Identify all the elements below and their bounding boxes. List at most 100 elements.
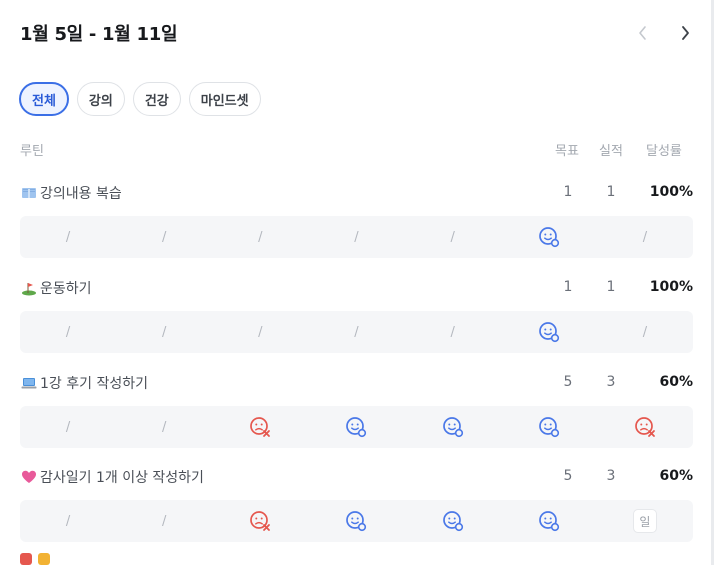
routine-actual: 1 xyxy=(606,279,616,295)
day-empty-mark: / xyxy=(162,324,167,340)
routine-actual: 3 xyxy=(606,468,616,484)
category-tabs: 전체 강의 건강 마인드셋 xyxy=(19,82,261,116)
routine-goal: 5 xyxy=(563,468,573,484)
day-empty-mark: / xyxy=(354,229,359,245)
fail-face-icon xyxy=(250,511,271,531)
day-cell[interactable]: / xyxy=(20,500,116,542)
success-face-icon xyxy=(346,511,367,532)
day-cell[interactable] xyxy=(597,406,693,448)
day-cell[interactable] xyxy=(501,500,597,542)
routine-goal: 1 xyxy=(563,279,573,295)
column-rate: 달성률 xyxy=(646,144,682,159)
heart-icon xyxy=(20,468,38,486)
fail-face-icon xyxy=(250,417,271,437)
column-goal: 목표 xyxy=(555,144,579,159)
success-face-icon xyxy=(442,417,463,438)
day-empty-mark: / xyxy=(450,324,455,340)
day-empty-mark: / xyxy=(162,419,167,435)
laptop-icon xyxy=(20,374,38,392)
routine-rate: 100% xyxy=(649,184,693,200)
day-cells: / / xyxy=(20,406,693,448)
day-empty-mark: / xyxy=(65,324,71,340)
next-routine-peek xyxy=(20,553,50,565)
routine-goal: 1 xyxy=(563,184,573,200)
routine-header: 운동하기 1 1 100% xyxy=(20,274,693,302)
day-cell[interactable]: / xyxy=(116,406,212,448)
success-face-icon xyxy=(538,511,559,532)
fail-face-icon xyxy=(635,417,655,437)
day-cells: / / 일 xyxy=(20,500,693,542)
week-nav xyxy=(633,21,695,45)
day-empty-mark: / xyxy=(258,324,263,340)
routine-goal: 5 xyxy=(563,374,573,390)
routine-rate: 60% xyxy=(659,468,693,484)
day-cell[interactable]: / xyxy=(20,406,116,448)
day-cell[interactable]: / xyxy=(212,311,308,353)
routine-name-wrap: 강의내용 복습 xyxy=(20,183,122,203)
day-cell[interactable] xyxy=(501,216,597,258)
day-empty-mark: / xyxy=(65,419,71,435)
routine-item[interactable]: 강의내용 복습 1 1 100% / / / / / / xyxy=(20,179,693,258)
week-title: 1월 5일 - 1월 11일 xyxy=(20,24,178,45)
day-cell[interactable]: / xyxy=(597,216,693,258)
day-cells: / / / / / / xyxy=(20,216,693,258)
success-face-icon xyxy=(538,227,559,248)
day-cell[interactable]: / xyxy=(116,216,212,258)
routine-name-wrap: 운동하기 xyxy=(20,278,92,298)
day-cell[interactable]: / xyxy=(405,311,501,353)
routine-item[interactable]: 감사일기 1개 이상 작성하기 5 3 60% / / 일 xyxy=(20,463,693,542)
day-cell[interactable]: / xyxy=(212,216,308,258)
day-empty-mark: / xyxy=(354,324,359,340)
routine-actual: 1 xyxy=(606,184,616,200)
day-empty-mark: / xyxy=(642,229,648,245)
day-cell[interactable]: 일 xyxy=(597,500,693,542)
day-cell[interactable]: / xyxy=(308,216,404,258)
day-cell[interactable]: / xyxy=(116,500,212,542)
routine-rate: 60% xyxy=(659,374,693,390)
success-face-icon xyxy=(538,417,559,438)
day-cell[interactable] xyxy=(405,406,501,448)
success-face-icon xyxy=(346,417,367,438)
next-week-button[interactable] xyxy=(675,21,695,45)
day-cell[interactable] xyxy=(405,500,501,542)
day-cell[interactable]: / xyxy=(20,311,116,353)
tab-mindset[interactable]: 마인드셋 xyxy=(188,82,261,116)
chevron-left-icon xyxy=(639,26,646,40)
routine-name: 1강 후기 작성하기 xyxy=(40,376,148,392)
prev-week-button[interactable] xyxy=(633,21,653,45)
day-cell[interactable]: / xyxy=(308,311,404,353)
day-cell[interactable] xyxy=(501,406,597,448)
success-face-icon xyxy=(442,511,463,532)
day-cell[interactable]: / xyxy=(405,216,501,258)
routine-name: 강의내용 복습 xyxy=(40,186,122,202)
day-cell[interactable] xyxy=(308,406,404,448)
tab-lecture[interactable]: 강의 xyxy=(76,82,125,116)
tab-all[interactable]: 전체 xyxy=(19,82,69,116)
tab-health[interactable]: 건강 xyxy=(132,82,181,116)
column-routine: 루틴 xyxy=(20,144,44,159)
day-cell[interactable] xyxy=(501,311,597,353)
chevron-right-icon xyxy=(682,26,689,40)
week-header: 1월 5일 - 1월 11일 xyxy=(20,18,695,48)
routine-item[interactable]: 1강 후기 작성하기 5 3 60% / / xyxy=(20,369,693,448)
routine-header: 강의내용 복습 1 1 100% xyxy=(20,179,693,207)
routine-header: 감사일기 1개 이상 작성하기 5 3 60% xyxy=(20,463,693,491)
day-empty-mark: / xyxy=(65,229,71,245)
day-cell[interactable] xyxy=(308,500,404,542)
day-empty-mark: / xyxy=(162,513,167,529)
day-cell[interactable] xyxy=(212,500,308,542)
routine-header: 1강 후기 작성하기 5 3 60% xyxy=(20,369,693,397)
routine-rate: 100% xyxy=(649,279,693,295)
success-face-icon xyxy=(538,322,559,343)
book-icon xyxy=(20,184,38,202)
routine-name-wrap: 감사일기 1개 이상 작성하기 xyxy=(20,467,204,487)
golf-flag-icon xyxy=(20,279,38,297)
day-cell[interactable]: / xyxy=(20,216,116,258)
day-cell[interactable]: / xyxy=(597,311,693,353)
day-cell[interactable]: / xyxy=(116,311,212,353)
routine-item[interactable]: 운동하기 1 1 100% / / / / / / xyxy=(20,274,693,353)
day-empty-mark: / xyxy=(65,513,71,529)
day-cells: / / / / / / xyxy=(20,311,693,353)
day-label: 일 xyxy=(632,509,657,533)
day-cell[interactable] xyxy=(212,406,308,448)
